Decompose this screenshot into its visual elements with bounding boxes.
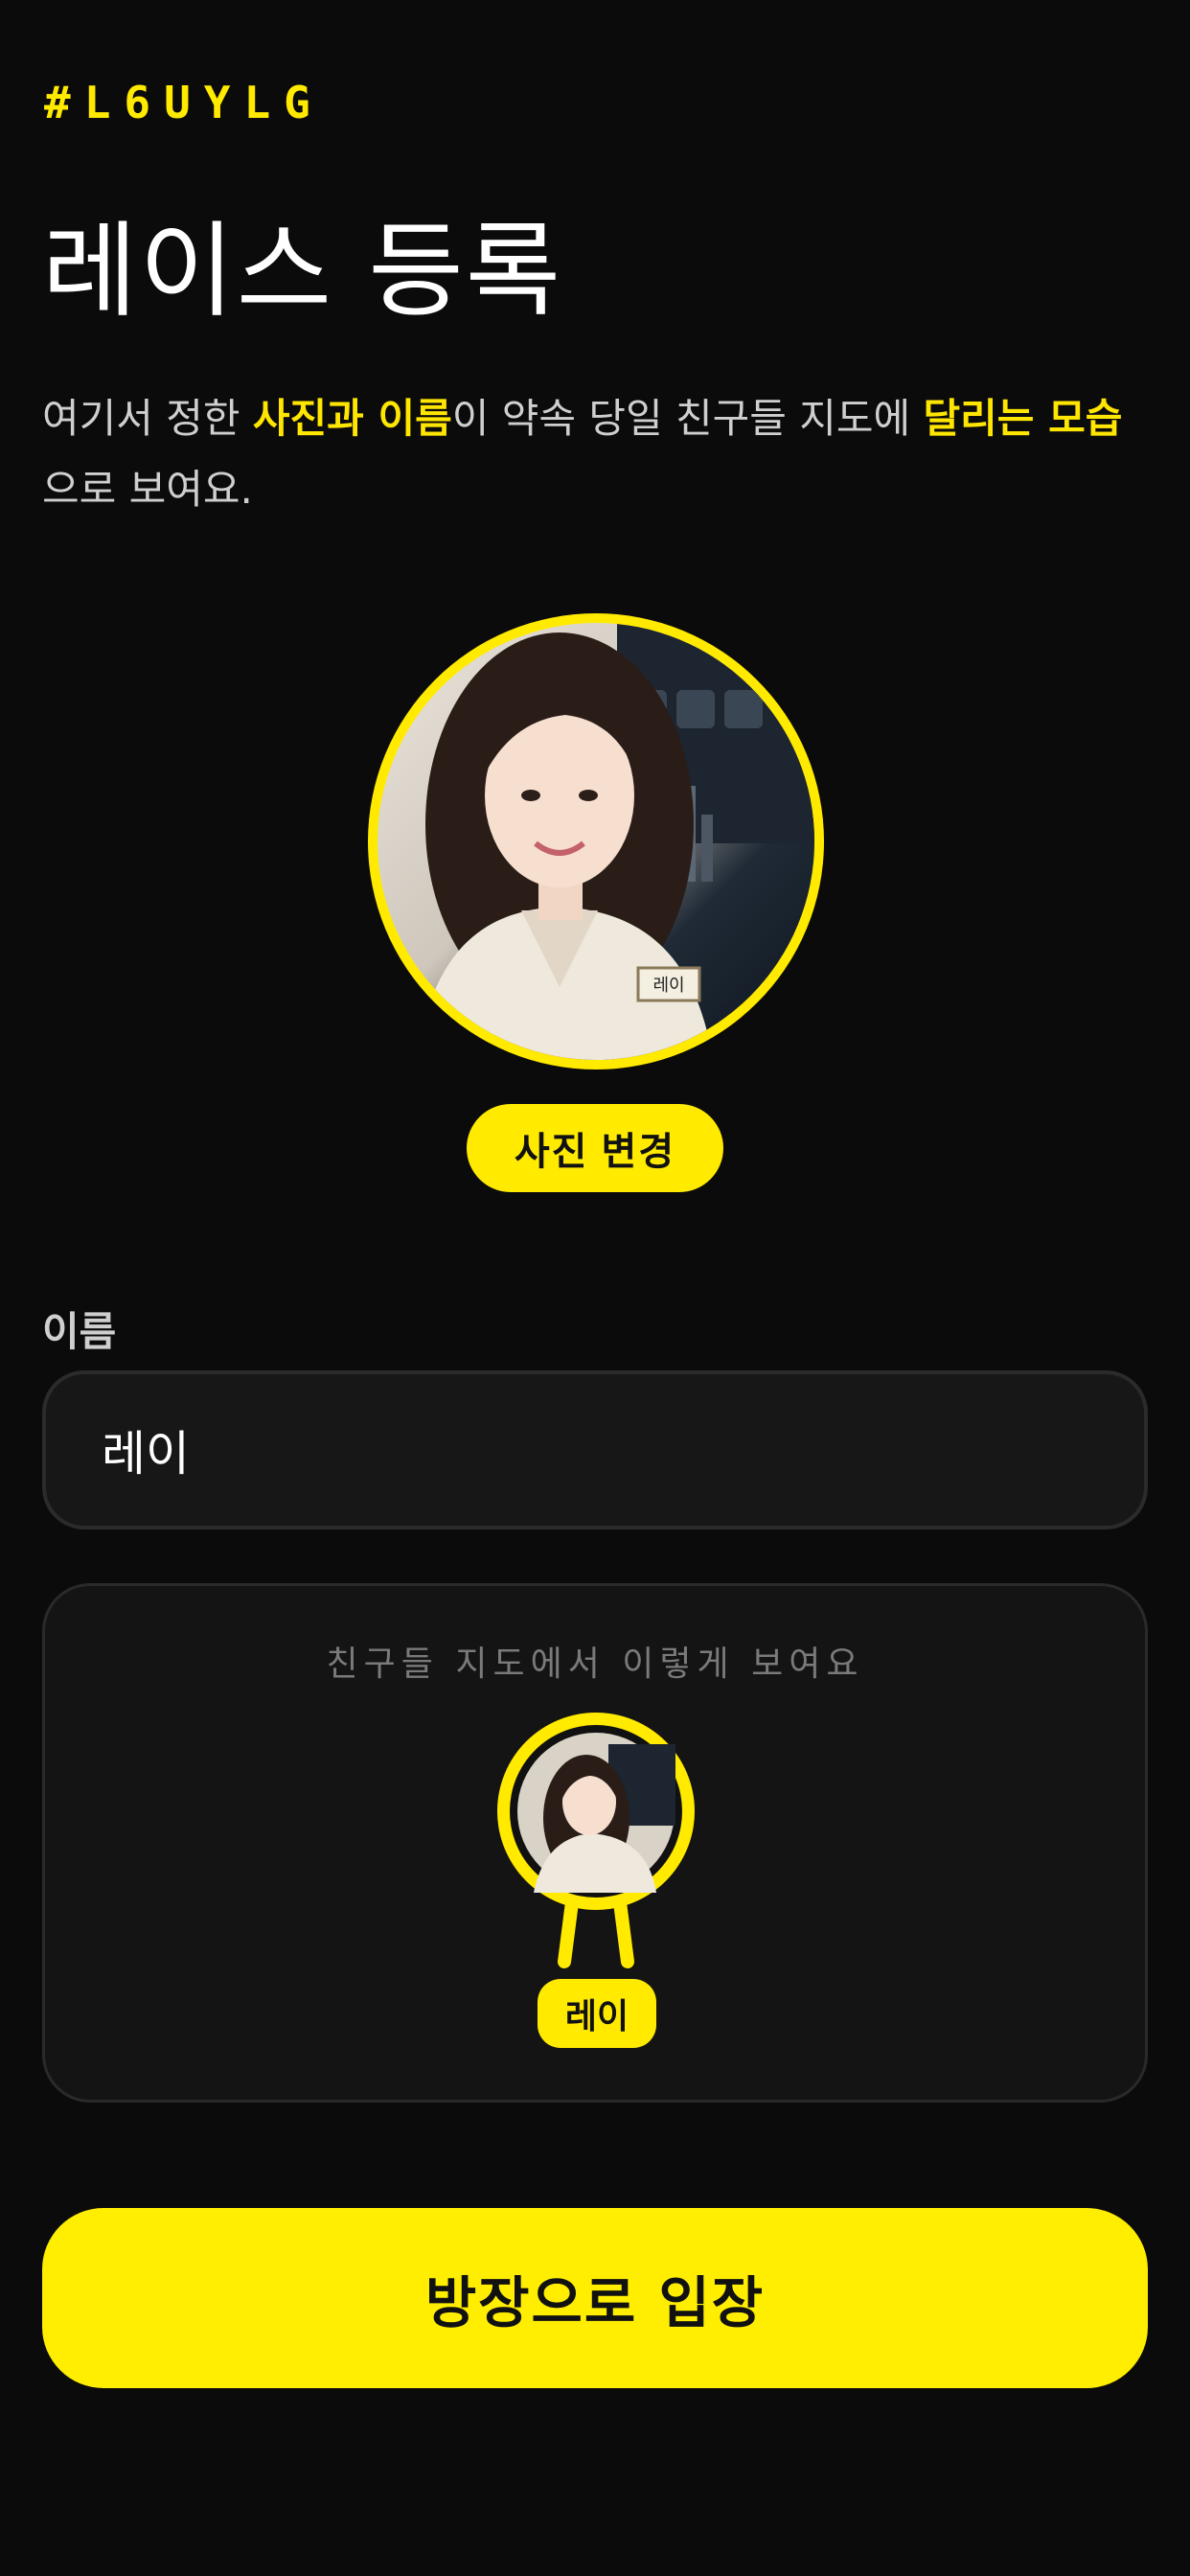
person-photo-illustration: 레이 (416, 623, 814, 1060)
description-text: 여기서 정한 (42, 395, 253, 442)
description-highlight-running: 달리는 모습 (923, 395, 1123, 442)
marker-name-label: 레이 (538, 1979, 656, 2048)
profile-photo-image: 레이 (378, 623, 814, 1060)
change-photo-button[interactable]: 사진 변경 (467, 1104, 723, 1192)
preview-caption: 친구들 지도에서 이렇게 보여요 (326, 1644, 864, 1684)
map-marker-icon (497, 1713, 695, 1968)
room-code: #L6UYLG (44, 77, 324, 128)
profile-photo[interactable]: 레이 (368, 613, 824, 1070)
name-input-value: 레이 (102, 1426, 190, 1482)
description: 여기서 정한 사진과 이름이 약속 당일 친구들 지도에 달리는 모습으로 보여… (42, 383, 1154, 525)
name-input[interactable]: 레이 (42, 1370, 1148, 1530)
map-preview-card: 친구들 지도에서 이렇게 보여요 레이 (42, 1583, 1148, 2103)
name-field-label: 이름 (42, 1308, 117, 1355)
page-title: 레이스 등록 (42, 212, 563, 332)
description-text: 으로 보여요. (42, 466, 253, 513)
description-highlight-photo-name: 사진과 이름 (252, 395, 452, 442)
name-badge-text: 레이 (652, 976, 684, 996)
enter-as-host-button[interactable]: 방장으로 입장 (42, 2208, 1148, 2388)
description-text: 이 약속 당일 친구들 지도에 (451, 395, 924, 442)
